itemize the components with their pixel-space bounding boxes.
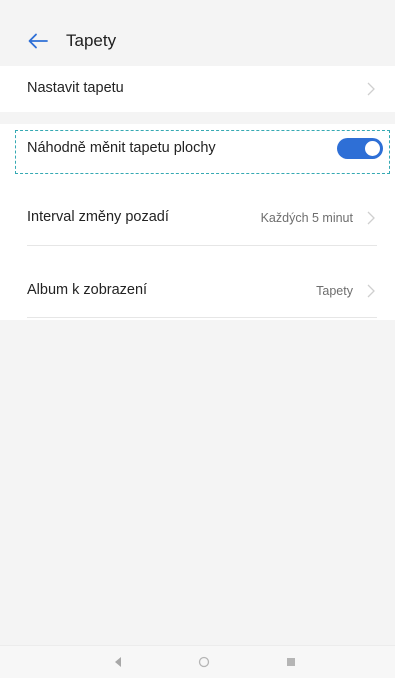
arrow-left-icon	[28, 33, 48, 49]
wallpaper-settings-screen: Tapety Nastavit tapetu Náhodně měnit tap…	[0, 0, 395, 678]
set-wallpaper-label: Nastavit tapetu	[27, 80, 124, 96]
nav-recent-button[interactable]	[283, 654, 299, 670]
divider	[27, 317, 377, 318]
divider	[27, 245, 377, 246]
album-row[interactable]: Album k zobrazení Tapety	[0, 262, 395, 316]
random-change-toggle[interactable]	[337, 138, 383, 159]
recent-square-icon	[287, 658, 295, 666]
album-value: Tapety	[316, 284, 353, 298]
interval-value: Každých 5 minut	[260, 211, 353, 225]
back-button[interactable]	[26, 29, 50, 53]
nav-back-button[interactable]	[110, 654, 126, 670]
system-navbar	[0, 645, 395, 678]
app-header: Tapety	[0, 18, 395, 64]
home-circle-icon	[198, 656, 210, 668]
toggle-knob	[365, 141, 380, 156]
chevron-right-icon	[367, 82, 375, 96]
set-wallpaper-row[interactable]: Nastavit tapetu	[0, 66, 395, 112]
chevron-right-icon	[367, 284, 375, 298]
interval-label: Interval změny pozadí	[27, 209, 169, 225]
interval-row[interactable]: Interval změny pozadí Každých 5 minut	[0, 192, 395, 244]
chevron-right-icon	[367, 211, 375, 225]
nav-home-button[interactable]	[196, 654, 212, 670]
random-change-row[interactable]: Náhodně měnit tapetu plochy	[0, 124, 395, 172]
settings-group-random: Náhodně měnit tapetu plochy Interval změ…	[0, 124, 395, 320]
random-change-label: Náhodně měnit tapetu plochy	[27, 140, 216, 156]
album-label: Album k zobrazení	[27, 282, 148, 298]
settings-group-set: Nastavit tapetu	[0, 66, 395, 112]
page-title: Tapety	[66, 31, 117, 50]
back-triangle-icon	[115, 657, 121, 667]
